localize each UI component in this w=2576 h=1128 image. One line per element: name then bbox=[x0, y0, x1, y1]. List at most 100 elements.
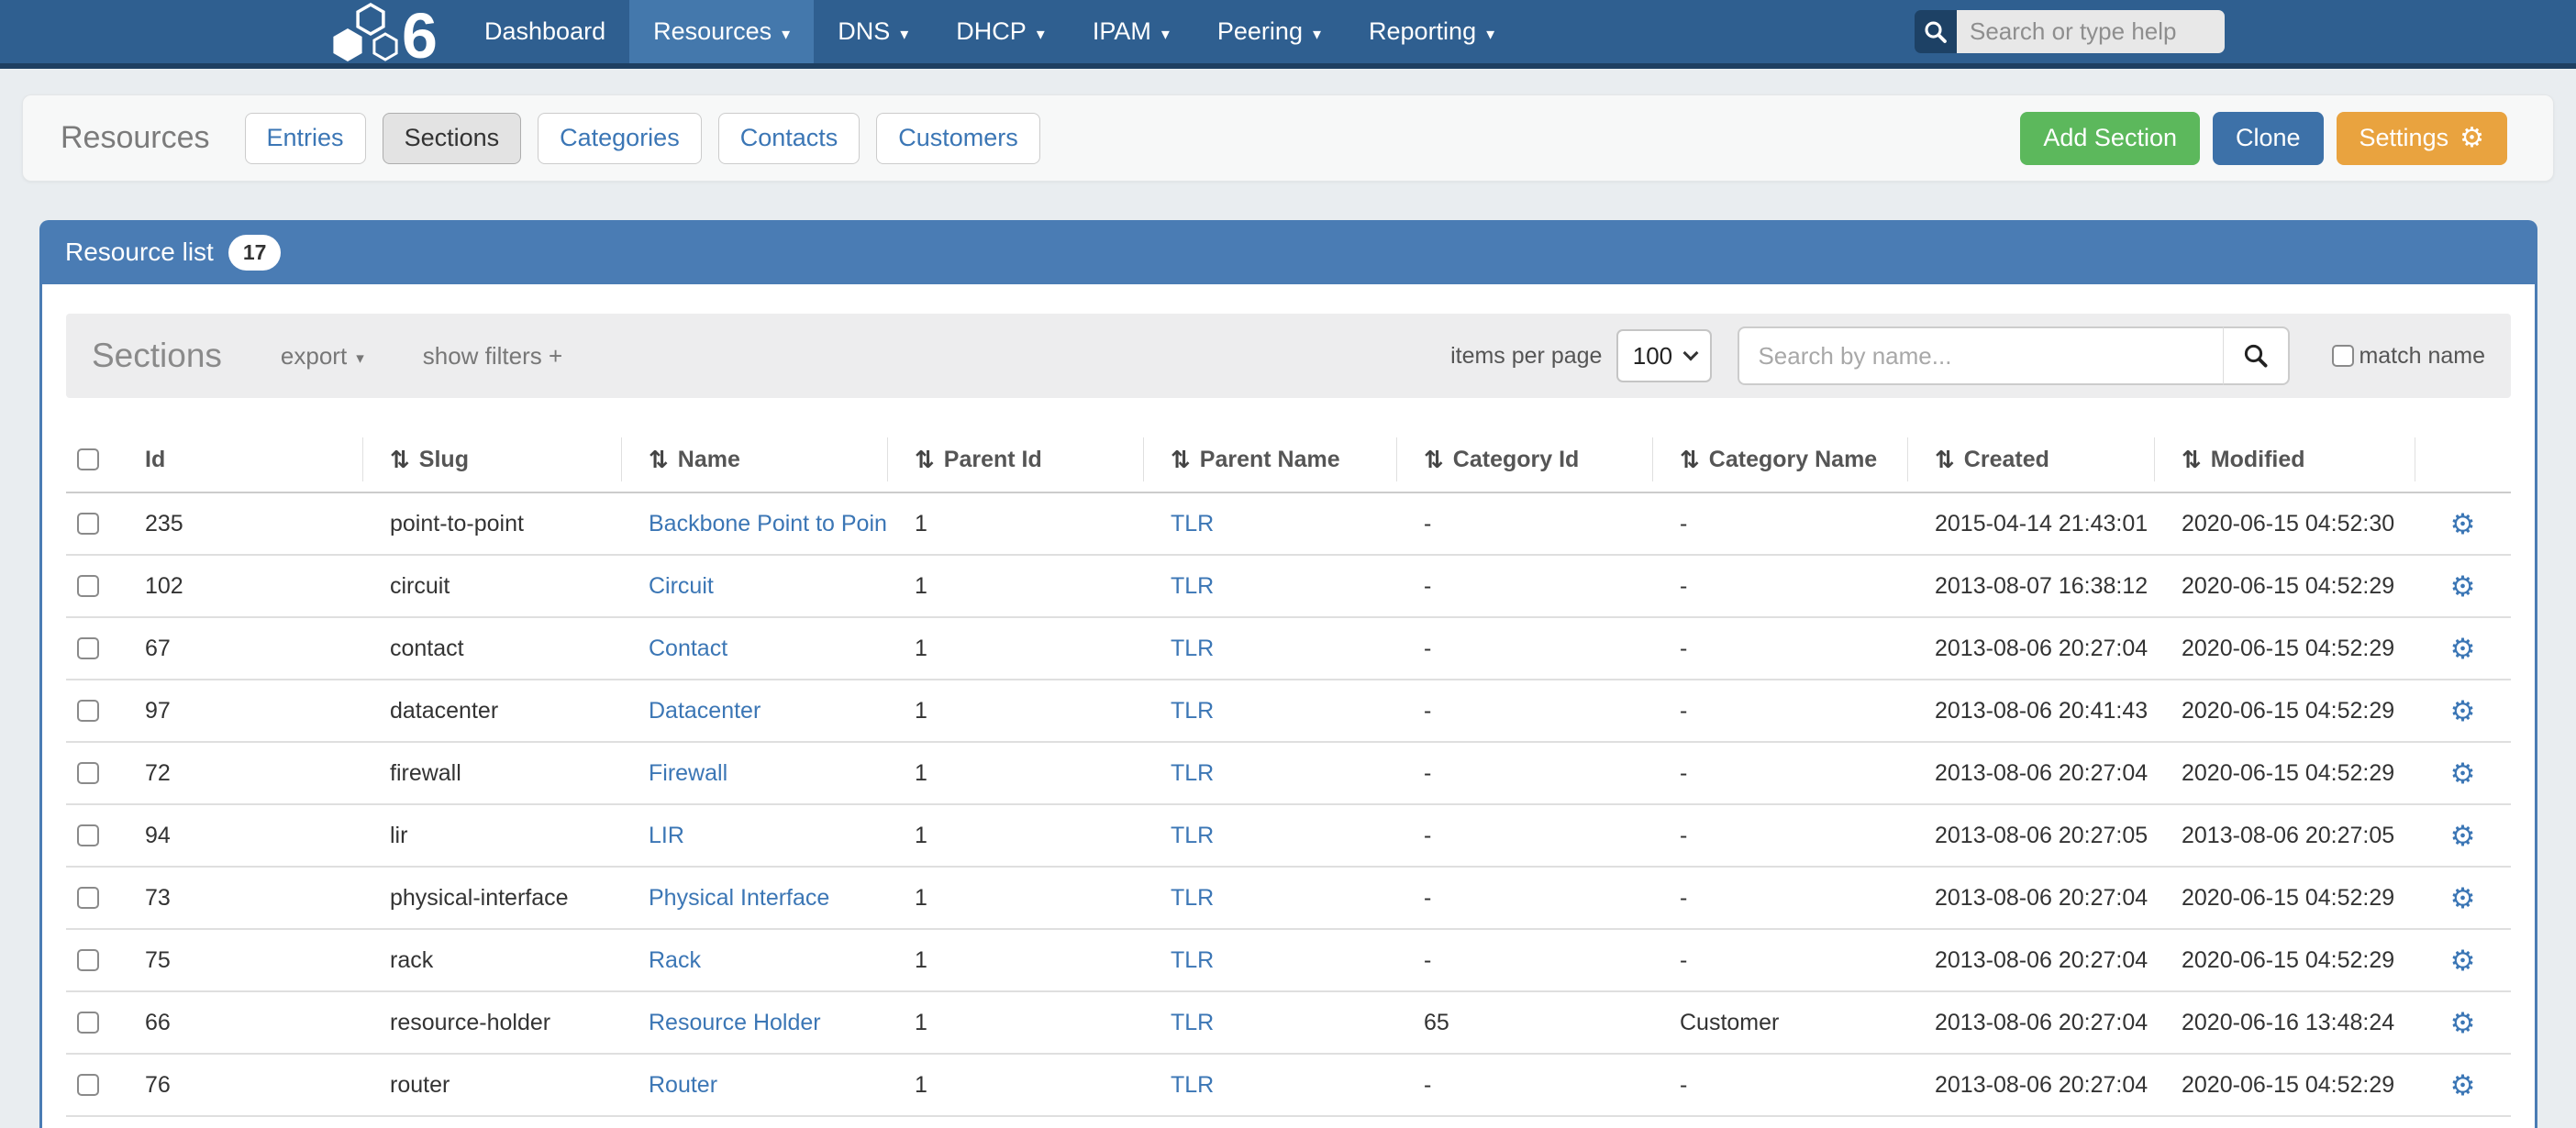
col-name[interactable]: ⇅Name bbox=[621, 427, 887, 492]
cell-created: 2013-08-06 20:27:04 bbox=[1907, 947, 2154, 974]
match-name-checkbox[interactable] bbox=[2332, 345, 2354, 367]
row-settings-gear-icon[interactable]: ⚙ bbox=[2450, 697, 2476, 725]
nav-dns[interactable]: DNS▾ bbox=[814, 0, 932, 63]
col-slug[interactable]: ⇅Slug bbox=[362, 427, 621, 492]
tab-contacts[interactable]: Contacts bbox=[718, 113, 861, 164]
cell-name-link[interactable]: Router bbox=[621, 1072, 887, 1099]
cell-parent-name-link[interactable]: TLR bbox=[1143, 636, 1396, 662]
row-checkbox[interactable] bbox=[77, 637, 99, 659]
settings-button[interactable]: Settings ⚙ bbox=[2337, 112, 2507, 165]
cell-checkbox bbox=[66, 513, 130, 535]
items-per-page-select[interactable]: 100 bbox=[1616, 329, 1712, 382]
nav-dhcp[interactable]: DHCP▾ bbox=[932, 0, 1069, 63]
col-created[interactable]: ⇅Created bbox=[1907, 427, 2154, 492]
row-checkbox[interactable] bbox=[77, 1012, 99, 1034]
add-section-button[interactable]: Add Section bbox=[2020, 112, 2200, 165]
row-checkbox[interactable] bbox=[77, 1074, 99, 1096]
row-settings-gear-icon[interactable]: ⚙ bbox=[2450, 635, 2476, 663]
clone-button[interactable]: Clone bbox=[2213, 112, 2324, 165]
row-settings-gear-icon[interactable]: ⚙ bbox=[2450, 572, 2476, 601]
export-label: export bbox=[281, 342, 347, 370]
row-checkbox[interactable] bbox=[77, 700, 99, 722]
nav-resources[interactable]: Resources▾ bbox=[629, 0, 814, 63]
col-category-id-label: Category Id bbox=[1453, 447, 1580, 473]
row-settings-gear-icon[interactable]: ⚙ bbox=[2450, 1071, 2476, 1100]
caret-down-icon: ▾ bbox=[1161, 22, 1170, 42]
global-search-input[interactable] bbox=[1957, 10, 2225, 53]
cell-parent-id: 1 bbox=[887, 823, 1143, 849]
nav-ipam[interactable]: IPAM▾ bbox=[1069, 0, 1194, 63]
col-actions bbox=[2415, 427, 2511, 492]
cell-parent-name-link[interactable]: TLR bbox=[1143, 947, 1396, 974]
row-settings-gear-icon[interactable]: ⚙ bbox=[2450, 884, 2476, 912]
col-category-id[interactable]: ⇅Category Id bbox=[1396, 427, 1652, 492]
cell-name-link[interactable]: Contact bbox=[621, 636, 887, 662]
cell-name-link[interactable]: Datacenter bbox=[621, 698, 887, 724]
cell-parent-name-link[interactable]: TLR bbox=[1143, 1072, 1396, 1099]
tab-categories[interactable]: Categories bbox=[538, 113, 702, 164]
table-search-button[interactable] bbox=[2224, 326, 2290, 385]
nav-dashboard-label: Dashboard bbox=[484, 17, 605, 46]
row-settings-gear-icon[interactable]: ⚙ bbox=[2450, 822, 2476, 850]
col-parent-name[interactable]: ⇅Parent Name bbox=[1143, 427, 1396, 492]
app-logo[interactable]: 6 bbox=[323, 0, 461, 63]
cell-actions: ⚙ bbox=[2415, 1071, 2511, 1100]
settings-button-label: Settings bbox=[2359, 124, 2449, 152]
nav-reporting[interactable]: Reporting▾ bbox=[1345, 0, 1518, 63]
search-icon[interactable] bbox=[1915, 10, 1957, 53]
cell-created: 2013-08-06 20:41:43 bbox=[1907, 698, 2154, 724]
cell-name-link[interactable]: Resource Holder bbox=[621, 1010, 887, 1036]
cell-category-name: - bbox=[1652, 698, 1907, 724]
col-parent-name-label: Parent Name bbox=[1200, 447, 1340, 473]
cell-created: 2013-08-06 20:27:04 bbox=[1907, 760, 2154, 787]
table-toolbar: Sections export ▾ show filters + items p… bbox=[66, 314, 2511, 398]
table-row: 94 lir LIR 1 TLR - - 2013-08-06 20:27:05… bbox=[66, 805, 2511, 868]
cell-parent-name-link[interactable]: TLR bbox=[1143, 823, 1396, 849]
table-search-input[interactable] bbox=[1738, 326, 2224, 385]
row-checkbox[interactable] bbox=[77, 762, 99, 784]
nav-peering-label: Peering bbox=[1217, 17, 1303, 46]
row-checkbox[interactable] bbox=[77, 575, 99, 597]
cell-name-link[interactable]: Rack bbox=[621, 947, 887, 974]
cell-name-link[interactable]: Firewall bbox=[621, 760, 887, 787]
cell-parent-name-link[interactable]: TLR bbox=[1143, 885, 1396, 912]
tab-entries[interactable]: Entries bbox=[245, 113, 366, 164]
row-checkbox[interactable] bbox=[77, 949, 99, 971]
tab-customers[interactable]: Customers bbox=[876, 113, 1040, 164]
cell-category-id: - bbox=[1396, 1072, 1652, 1099]
row-checkbox[interactable] bbox=[77, 513, 99, 535]
nav-peering[interactable]: Peering▾ bbox=[1194, 0, 1345, 63]
cell-name-link[interactable]: Physical Interface bbox=[621, 885, 887, 912]
select-all-checkbox[interactable] bbox=[77, 448, 99, 470]
nav-dashboard[interactable]: Dashboard bbox=[461, 0, 629, 63]
col-modified[interactable]: ⇅Modified bbox=[2154, 427, 2415, 492]
cell-actions: ⚙ bbox=[2415, 1009, 2511, 1037]
cell-name-link[interactable]: LIR bbox=[621, 823, 887, 849]
cell-parent-id: 1 bbox=[887, 573, 1143, 600]
cell-created: 2013-08-06 20:27:04 bbox=[1907, 885, 2154, 912]
cell-modified: 2020-06-15 04:52:29 bbox=[2154, 636, 2415, 662]
row-settings-gear-icon[interactable]: ⚙ bbox=[2450, 946, 2476, 975]
cell-slug: circuit bbox=[362, 573, 621, 600]
cell-parent-name-link[interactable]: TLR bbox=[1143, 760, 1396, 787]
export-dropdown[interactable]: export ▾ bbox=[281, 342, 364, 370]
cell-parent-name-link[interactable]: TLR bbox=[1143, 511, 1396, 537]
tab-sections[interactable]: Sections bbox=[383, 113, 522, 164]
row-settings-gear-icon[interactable]: ⚙ bbox=[2450, 759, 2476, 788]
cell-parent-id: 1 bbox=[887, 760, 1143, 787]
row-checkbox[interactable] bbox=[77, 824, 99, 846]
cell-modified: 2020-06-15 04:52:29 bbox=[2154, 698, 2415, 724]
gear-icon: ⚙ bbox=[2459, 125, 2484, 152]
cell-parent-name-link[interactable]: TLR bbox=[1143, 698, 1396, 724]
cell-parent-name-link[interactable]: TLR bbox=[1143, 573, 1396, 600]
col-parent-id[interactable]: ⇅Parent Id bbox=[887, 427, 1143, 492]
col-category-name[interactable]: ⇅Category Name bbox=[1652, 427, 1907, 492]
cell-id: 72 bbox=[130, 760, 362, 787]
cell-name-link[interactable]: Circuit bbox=[621, 573, 887, 600]
cell-name-link[interactable]: Backbone Point to Point bbox=[621, 511, 887, 537]
show-filters-link[interactable]: show filters + bbox=[423, 342, 562, 370]
row-checkbox[interactable] bbox=[77, 887, 99, 909]
row-settings-gear-icon[interactable]: ⚙ bbox=[2450, 510, 2476, 538]
cell-parent-name-link[interactable]: TLR bbox=[1143, 1010, 1396, 1036]
row-settings-gear-icon[interactable]: ⚙ bbox=[2450, 1009, 2476, 1037]
